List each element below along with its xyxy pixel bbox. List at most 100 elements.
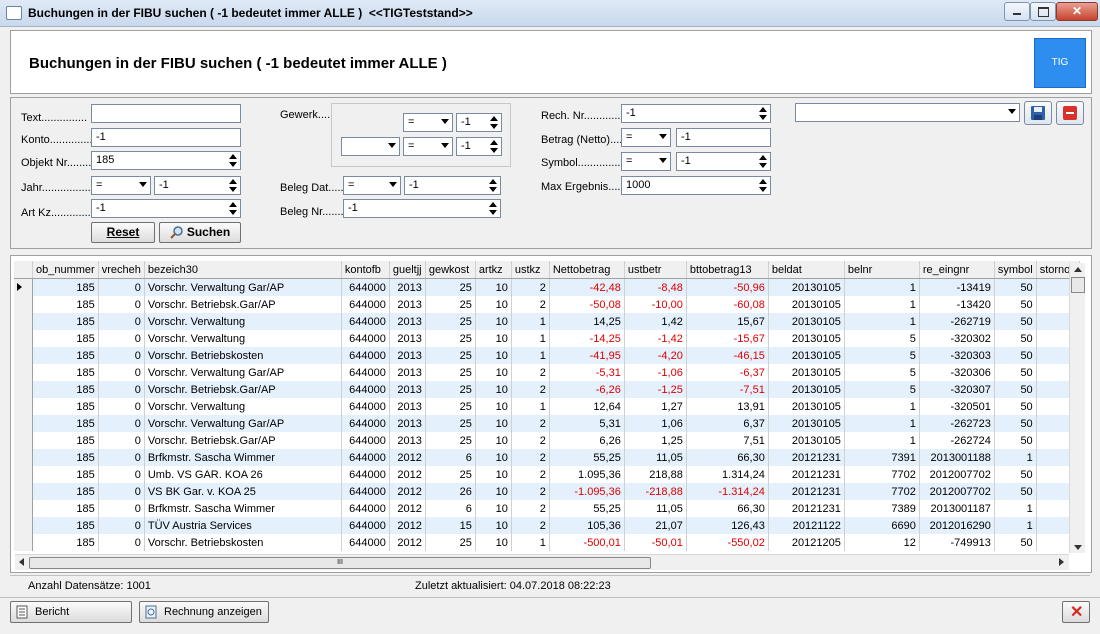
table-row[interactable]: 185 0 Vorschr. Verwaltung 644000 2013 25 10 1 -1…	[14, 330, 1080, 347]
table-cell[interactable]: -320307	[919, 381, 995, 398]
table-cell[interactable]: -4,20	[624, 347, 687, 364]
rechnung-anzeigen-button[interactable]: Rechnung anzeigen	[139, 601, 269, 623]
table-cell[interactable]: 1	[994, 517, 1037, 534]
table-cell[interactable]: 6	[425, 449, 476, 466]
table-cell[interactable]: 185	[32, 330, 99, 347]
table-cell[interactable]: 11,05	[624, 449, 687, 466]
column-header[interactable]: ustbetr	[624, 261, 687, 279]
table-cell[interactable]: 55,25	[549, 500, 625, 517]
table-cell[interactable]: 185	[32, 500, 99, 517]
vertical-scroll-thumb[interactable]	[1071, 277, 1085, 293]
table-cell[interactable]: 20121122	[768, 517, 845, 534]
table-cell[interactable]: 20130105	[768, 278, 845, 296]
column-header[interactable]: Nettobetrag	[549, 261, 625, 279]
table-cell[interactable]: -1,06	[624, 364, 687, 381]
column-header[interactable]: gewkost	[425, 261, 476, 279]
table-cell[interactable]: -50,96	[686, 278, 769, 296]
table-cell[interactable]: 25	[425, 330, 476, 347]
table-cell[interactable]: 644000	[341, 415, 390, 432]
table-cell[interactable]: 0	[98, 483, 145, 500]
belegdat-operator-select[interactable]: =	[343, 176, 401, 195]
max-input[interactable]: 1000	[621, 176, 771, 195]
table-cell[interactable]: 50	[994, 398, 1037, 415]
table-cell[interactable]: 20130105	[768, 330, 845, 347]
table-cell[interactable]: 2013	[389, 398, 426, 415]
table-cell[interactable]: 25	[425, 415, 476, 432]
row-selector[interactable]	[14, 347, 33, 364]
jahr-input[interactable]: -1	[154, 176, 241, 195]
table-cell[interactable]: Vorschr. Verwaltung Gar/AP	[144, 415, 342, 432]
table-cell[interactable]: 0	[98, 534, 145, 551]
horizontal-scrollbar[interactable]: III	[15, 554, 1069, 570]
table-cell[interactable]: 185	[32, 415, 99, 432]
table-cell[interactable]: 50	[994, 432, 1037, 449]
table-cell[interactable]: 10	[475, 313, 512, 330]
table-cell[interactable]: 25	[425, 381, 476, 398]
table-cell[interactable]: 10	[475, 517, 512, 534]
vertical-scrollbar[interactable]	[1069, 263, 1085, 553]
table-cell[interactable]: 644000	[341, 466, 390, 483]
row-selector[interactable]	[14, 313, 33, 330]
table-cell[interactable]: 50	[994, 313, 1037, 330]
table-cell[interactable]: 2013	[389, 296, 426, 313]
table-cell[interactable]: -15,67	[686, 330, 769, 347]
table-cell[interactable]: -320306	[919, 364, 995, 381]
table-cell[interactable]: Brfkmstr. Sascha Wimmer	[144, 500, 342, 517]
table-row[interactable]: 185 0 Brfkmstr. Sascha Wimmer 644000 2012 6 10…	[14, 449, 1080, 466]
table-cell[interactable]: 20121205	[768, 534, 845, 551]
artkz-input[interactable]: -1	[91, 199, 241, 218]
table-cell[interactable]: 1	[844, 313, 920, 330]
table-row[interactable]: 185 0 VS BK Gar. v. KOA 25 644000 2012 26 10 2-…	[14, 483, 1080, 500]
table-cell[interactable]: 2012	[389, 517, 426, 534]
table-cell[interactable]: Vorschr. Verwaltung	[144, 398, 342, 415]
table-cell[interactable]: Umb. VS GAR. KOA 26	[144, 466, 342, 483]
table-cell[interactable]: 10	[475, 330, 512, 347]
table-cell[interactable]: 218,88	[624, 466, 687, 483]
row-selector[interactable]	[14, 500, 33, 517]
table-cell[interactable]: 66,30	[686, 449, 769, 466]
table-cell[interactable]: 185	[32, 398, 99, 415]
table-cell[interactable]: 55,25	[549, 449, 625, 466]
save-button[interactable]	[1024, 101, 1052, 125]
table-cell[interactable]: 12,64	[549, 398, 625, 415]
table-cell[interactable]: 25	[425, 466, 476, 483]
gewerk-operator1-select[interactable]: =	[403, 113, 453, 132]
table-cell[interactable]: 5	[844, 364, 920, 381]
table-cell[interactable]: 1.095,36	[549, 466, 625, 483]
table-cell[interactable]: 185	[32, 347, 99, 364]
table-row[interactable]: 185 0 Vorschr. Verwaltung Gar/AP 644000 2013…	[14, 415, 1080, 432]
table-cell[interactable]: 2	[511, 500, 550, 517]
table-cell[interactable]: 21,07	[624, 517, 687, 534]
table-cell[interactable]: 0	[98, 278, 145, 296]
table-cell[interactable]: 20121231	[768, 466, 845, 483]
table-cell[interactable]: 25	[425, 534, 476, 551]
table-cell[interactable]: 185	[32, 296, 99, 313]
table-cell[interactable]: Vorschr. Verwaltung Gar/AP	[144, 278, 342, 296]
table-cell[interactable]: 1	[844, 398, 920, 415]
table-cell[interactable]: 2013	[389, 364, 426, 381]
table-cell[interactable]: 105,36	[549, 517, 625, 534]
table-cell[interactable]: 644000	[341, 330, 390, 347]
table-cell[interactable]: 2013	[389, 278, 426, 296]
scroll-right-icon[interactable]	[1059, 558, 1064, 566]
table-cell[interactable]: 12	[844, 534, 920, 551]
table-row[interactable]: 185 0 TÜV Austria Services 644000 2012 15 10 2 1…	[14, 517, 1080, 534]
table-cell[interactable]: -749913	[919, 534, 995, 551]
table-cell[interactable]: 50	[994, 347, 1037, 364]
gewerk-select[interactable]	[341, 137, 400, 156]
betrag-operator-select[interactable]: =	[621, 128, 671, 147]
table-cell[interactable]: 15	[425, 517, 476, 534]
table-cell[interactable]: 2012	[389, 466, 426, 483]
table-cell[interactable]: 5	[844, 381, 920, 398]
table-cell[interactable]: 2013001187	[919, 500, 995, 517]
table-cell[interactable]: 25	[425, 313, 476, 330]
table-cell[interactable]: -500,01	[549, 534, 625, 551]
table-cell[interactable]: 26	[425, 483, 476, 500]
table-cell[interactable]: 1	[844, 415, 920, 432]
table-row[interactable]: 185 0 Vorschr. Betriebsk.Gar/AP 644000 2013 2…	[14, 296, 1080, 313]
table-cell[interactable]: 644000	[341, 534, 390, 551]
table-cell[interactable]: 10	[475, 364, 512, 381]
table-cell[interactable]: 126,43	[686, 517, 769, 534]
table-cell[interactable]: 1,25	[624, 432, 687, 449]
table-cell[interactable]: Vorschr. Verwaltung	[144, 313, 342, 330]
